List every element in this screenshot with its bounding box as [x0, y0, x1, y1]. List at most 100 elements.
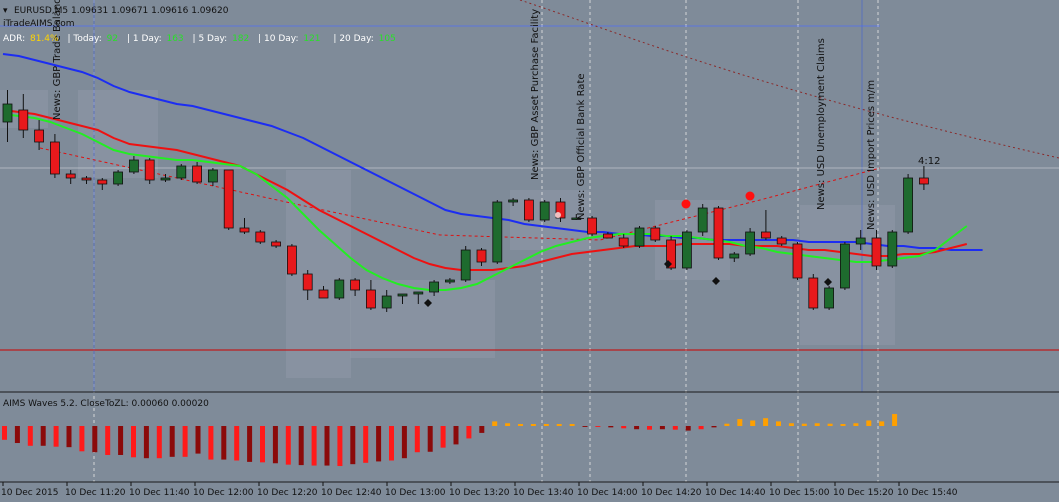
candle-body [840, 243, 850, 289]
wave-bar [711, 426, 717, 428]
news-label: News: USD Import Prices m/m [866, 80, 877, 230]
candle-body [650, 227, 661, 241]
wave-bar [118, 426, 124, 455]
adr-10day-value: 121 [303, 34, 320, 44]
wave-bar [414, 426, 420, 453]
wave-bar [827, 423, 833, 426]
wave-bar [208, 426, 214, 460]
candle-body [855, 237, 866, 245]
candle-body [413, 291, 424, 295]
wave-bar [453, 426, 459, 445]
wave-bar [234, 426, 240, 461]
wave-bar [285, 426, 291, 465]
wave-bar [221, 426, 227, 460]
candle [492, 200, 503, 264]
wave-bar [672, 426, 678, 430]
adr-today-label: | Today: [67, 34, 101, 44]
adr-value: 81.4% [30, 34, 59, 44]
candle-body [618, 237, 629, 247]
candle-body [176, 165, 187, 179]
adr-prefix: ADR: [3, 34, 25, 44]
wave-bar [298, 426, 304, 466]
wave-bar [53, 426, 59, 447]
wave-bar [634, 426, 640, 430]
axis-label: 10 Dec 15:20 [833, 488, 894, 498]
candle-body [350, 279, 361, 291]
axis-label: 10 Dec 12:20 [257, 488, 318, 498]
candle [255, 230, 266, 244]
wave-bar [492, 421, 498, 426]
wave-bar [14, 426, 20, 444]
candle-body [128, 159, 139, 173]
wave-bar [659, 426, 665, 430]
axis-label: 10 Dec 13:00 [385, 488, 446, 498]
candle-body [776, 237, 787, 245]
wave-bar [621, 426, 627, 429]
wave-bar [363, 426, 369, 463]
axis-label: 10 Dec 11:20 [65, 488, 126, 498]
candle-body [603, 233, 613, 239]
candle-body [34, 129, 44, 143]
wave-bar [350, 426, 356, 465]
candle-body [18, 109, 29, 131]
wave-bar [260, 426, 265, 463]
wave-bar [879, 421, 885, 426]
wave-bar [440, 426, 446, 448]
adr-20day-value: 105 [379, 34, 396, 44]
signal-dot [745, 191, 755, 201]
wave-bar [647, 426, 652, 430]
candle [634, 226, 645, 248]
wave-bar [143, 426, 149, 459]
wave-bar [763, 418, 769, 426]
news-label: News: GBP Asset Purchase Facility [530, 9, 541, 180]
candle-body [871, 237, 882, 267]
candle-body [429, 281, 440, 293]
news-label: News: GBP Official Bank Rate [576, 73, 587, 220]
wave-bar [595, 426, 601, 427]
adr-1day-label: | 1 Day: [127, 34, 162, 44]
candle-body [729, 253, 740, 259]
candle-body [255, 231, 266, 243]
candle-body [492, 201, 503, 263]
candle [176, 164, 187, 180]
indicator-title: AIMS Waves 5.2. CloseToZL: 0.00060 0.000… [3, 399, 209, 409]
candle-body [682, 231, 692, 269]
candle [745, 228, 755, 256]
wave-bar [479, 426, 485, 433]
wave-bar [247, 426, 253, 462]
axis-label: 10 Dec 12:00 [193, 488, 254, 498]
candle [840, 242, 850, 290]
candle-body [792, 243, 803, 279]
chart-canvas[interactable]: News: GBP Trade Balance News: GBP Asset P… [0, 0, 1059, 502]
axis-label: 10 Dec 13:40 [513, 488, 574, 498]
candle-body [192, 165, 203, 183]
wave-bar [169, 426, 175, 457]
candle-body [824, 287, 834, 309]
symbol-arrow-icon: ▾ [3, 6, 8, 16]
candle-body [144, 159, 155, 181]
candle-body [50, 141, 60, 175]
wave-bar [814, 423, 820, 426]
adr-5day-value: 182 [232, 34, 249, 44]
candle-body [81, 177, 92, 181]
wave-bar [582, 426, 588, 427]
candle-body [887, 231, 898, 267]
wave-bar [505, 423, 511, 426]
wave-bar [311, 426, 317, 466]
wave-bar [685, 426, 691, 431]
wave-bar [376, 426, 382, 462]
candle-body [697, 207, 708, 233]
candle [650, 226, 661, 242]
wave-bar [27, 426, 33, 446]
wave-bar [569, 424, 575, 426]
axis-label: 10 Dec 14:40 [705, 488, 766, 498]
wave-bar [608, 426, 614, 428]
wave-bar [518, 424, 523, 426]
axis-label: 10 Dec 2015 [1, 488, 59, 498]
candle [555, 198, 566, 222]
wave-bar [272, 426, 278, 464]
candle-body [397, 293, 408, 297]
candle-body [539, 201, 550, 221]
axis-label: 10 Dec 15:40 [897, 488, 958, 498]
candle-body [239, 227, 250, 233]
